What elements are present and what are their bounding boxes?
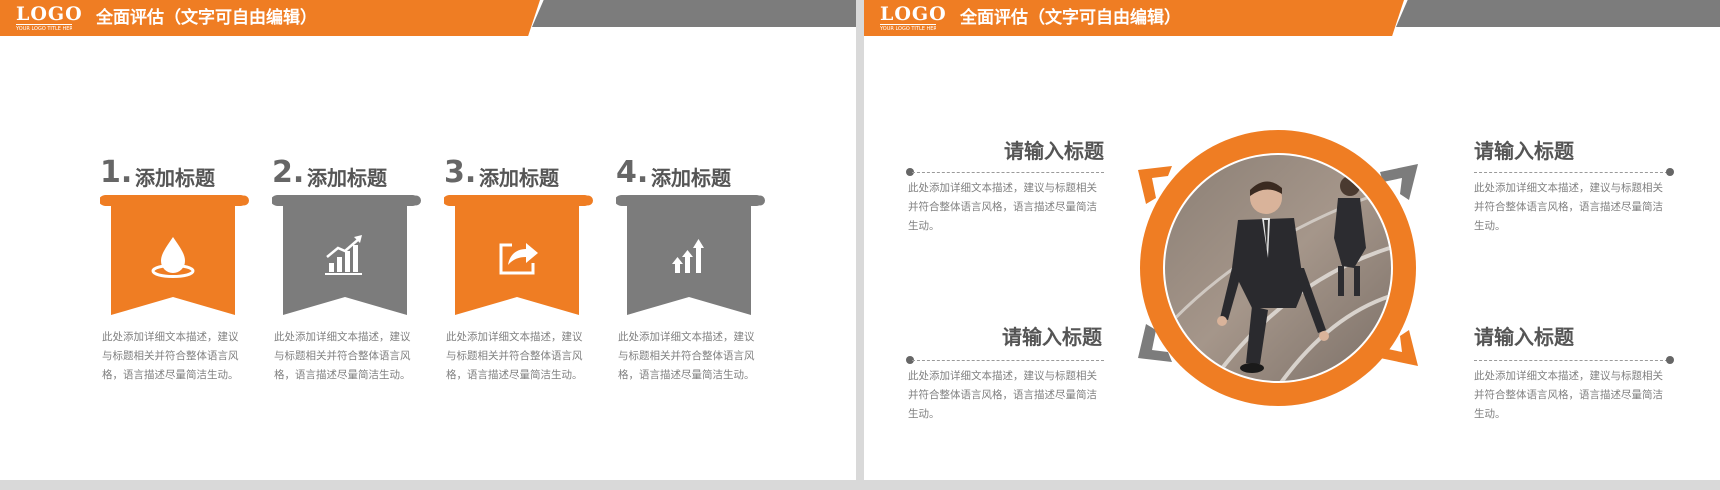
logo-text: LOGO	[880, 3, 947, 25]
logo-text: LOGO	[16, 3, 83, 25]
card-title: 添加标题	[307, 166, 387, 190]
slide-right: LOGO YOUR LOGO TITLE HERE 全面评估（文字可自由编辑） …	[864, 0, 1720, 480]
card-4: 4. 添加标题 此处添加详细文本描述，建议与标题相关并符合整体语言风格，语言描述…	[616, 155, 766, 385]
section-description: 此处添加详细文本描述，建议与标题相关并符合整体语言风格，语言描述尽量简洁生动。	[1474, 370, 1663, 420]
dashed-divider	[1474, 172, 1668, 173]
card-description: 此处添加详细文本描述，建议与标题相关并符合整体语言风格，语言描述尽量简洁生动。	[102, 331, 239, 381]
header-accent-bar	[1396, 0, 1720, 27]
section-description: 此处添加详细文本描述，建议与标题相关并符合整体语言风格，语言描述尽量简洁生动。	[1474, 182, 1663, 232]
card-description: 此处添加详细文本描述，建议与标题相关并符合整体语言风格，语言描述尽量简洁生动。	[618, 331, 755, 381]
bullet-dot	[1666, 168, 1674, 176]
card-number: 1.	[100, 155, 133, 190]
header-accent-bar	[532, 0, 856, 27]
card-2: 2. 添加标题 此处添加详细文本描述，建议与标题相关并符合整体语言风格，语言描述…	[272, 155, 422, 385]
card-number: 3.	[444, 155, 477, 190]
dashed-divider	[1474, 360, 1668, 361]
banner-graphic	[100, 195, 249, 315]
bullet-dot	[1666, 356, 1674, 364]
card-title: 添加标题	[479, 166, 559, 190]
banner-graphic	[444, 195, 593, 315]
central-photo-graphic	[1138, 130, 1418, 406]
card-title: 添加标题	[651, 166, 731, 190]
page-title: 全面评估（文字可自由编辑）	[960, 8, 1181, 28]
card-title: 添加标题	[135, 166, 215, 190]
logo-subtitle: YOUR LOGO TITLE HERE	[16, 24, 72, 32]
section-title: 请输入标题	[1004, 139, 1104, 163]
banner-graphic	[272, 195, 421, 315]
section-title: 请输入标题	[1474, 325, 1574, 349]
logo: LOGO YOUR LOGO TITLE HERE	[880, 3, 947, 34]
card-3: 3. 添加标题 此处添加详细文本描述，建议与标题相关并符合整体语言风格，语言描述…	[444, 155, 594, 385]
card-description: 此处添加详细文本描述，建议与标题相关并符合整体语言风格，语言描述尽量简洁生动。	[274, 331, 411, 381]
logo: LOGO YOUR LOGO TITLE HERE	[16, 3, 83, 34]
banner-graphic	[616, 195, 765, 315]
card-description: 此处添加详细文本描述，建议与标题相关并符合整体语言风格，语言描述尽量简洁生动。	[446, 331, 583, 381]
section-title: 请输入标题	[1474, 139, 1574, 163]
card-number: 4.	[616, 155, 649, 190]
logo-subtitle: YOUR LOGO TITLE HERE	[880, 24, 936, 32]
section-description: 此处添加详细文本描述，建议与标题相关并符合整体语言风格，语言描述尽量简洁生动。	[908, 182, 1097, 232]
section-description: 此处添加详细文本描述，建议与标题相关并符合整体语言风格，语言描述尽量简洁生动。	[908, 370, 1097, 420]
card-number: 2.	[272, 155, 305, 190]
slide-left: LOGO YOUR LOGO TITLE HERE 全面评估（文字可自由编辑） …	[0, 0, 856, 480]
dashed-divider	[912, 172, 1104, 173]
section-title: 请输入标题	[1002, 325, 1102, 349]
page-title: 全面评估（文字可自由编辑）	[96, 8, 317, 28]
dashed-divider	[912, 360, 1104, 361]
card-1: 1. 添加标题 此处添加详细文本描述，建议与标题相关并符合整体语言风格，语言描述…	[100, 155, 250, 385]
